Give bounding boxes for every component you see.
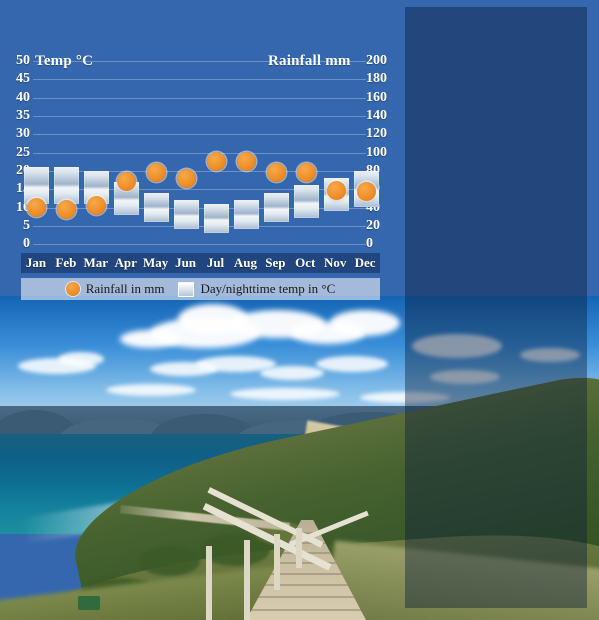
- boardwalk-post: [274, 534, 280, 590]
- month-label-oct: Oct: [295, 255, 316, 270]
- rainfall-dot: [26, 197, 46, 217]
- legend-item-temp: Day/nighttime temp in °C: [178, 281, 335, 297]
- rainfall-dot: [206, 152, 226, 172]
- boardwalk-post: [244, 540, 250, 620]
- month-label-jan: Jan: [25, 255, 47, 270]
- cloud: [120, 330, 180, 348]
- chart-legend: Rainfall in mm Day/nighttime temp in °C: [21, 278, 380, 300]
- boardwalk-post: [206, 546, 212, 620]
- rainfall-dot: [236, 152, 256, 172]
- rainfall-dot: [326, 181, 346, 201]
- month-label-dec: Dec: [354, 255, 376, 270]
- month-label-mar: Mar: [83, 255, 109, 270]
- cloud: [106, 384, 196, 396]
- rainfall-dot: [56, 199, 76, 219]
- boardwalk-post: [296, 528, 302, 568]
- month-label-sep: Sep: [265, 255, 286, 270]
- beach-hut: [78, 596, 100, 610]
- rainfall-dot: [176, 168, 196, 188]
- screenshot-stage: Temp °C Rainfall mm 50 45 40 35 30 25 20…: [0, 0, 599, 620]
- rainfall-dot: [116, 172, 136, 192]
- temp-bar: [203, 203, 229, 233]
- rainfall-dot: [296, 163, 316, 183]
- climate-chart: Temp °C Rainfall mm 50 45 40 35 30 25 20…: [0, 0, 599, 300]
- temp-bar-icon: [178, 281, 195, 297]
- legend-label-temp: Day/nighttime temp in °C: [200, 281, 336, 296]
- legend-label-rainfall: Rainfall in mm: [85, 281, 165, 296]
- cloud: [260, 366, 324, 380]
- rainfall-dot: [146, 163, 166, 183]
- scrub: [140, 546, 200, 576]
- cloud: [316, 356, 388, 372]
- cloud: [230, 388, 340, 400]
- legend-item-rainfall: Rainfall in mm: [65, 281, 165, 297]
- month-label-feb: Feb: [55, 255, 77, 270]
- temp-bar: [53, 167, 79, 204]
- rainfall-dot: [266, 163, 286, 183]
- temp-bar: [173, 200, 199, 230]
- plot-area: [21, 55, 381, 250]
- month-label-jul: Jul: [206, 255, 225, 270]
- month-axis: Jan Feb Mar Apr May Jun Jul Aug Sep Oct Nov Dec: [21, 253, 380, 273]
- cloud: [58, 352, 104, 366]
- month-label-apr: Apr: [114, 255, 137, 270]
- cloud: [330, 310, 400, 336]
- rainfall-dot: [86, 196, 106, 216]
- month-label-jun: Jun: [175, 255, 197, 270]
- temp-bar: [293, 185, 319, 219]
- temp-bar: [263, 192, 289, 223]
- month-label-may: May: [143, 255, 169, 270]
- rainfall-dot: [356, 182, 376, 202]
- month-label-nov: Nov: [323, 255, 347, 270]
- month-label-aug: Aug: [233, 255, 257, 270]
- rainfall-dot-icon: [65, 282, 80, 296]
- temp-bar: [233, 200, 259, 230]
- temp-bar: [143, 192, 169, 223]
